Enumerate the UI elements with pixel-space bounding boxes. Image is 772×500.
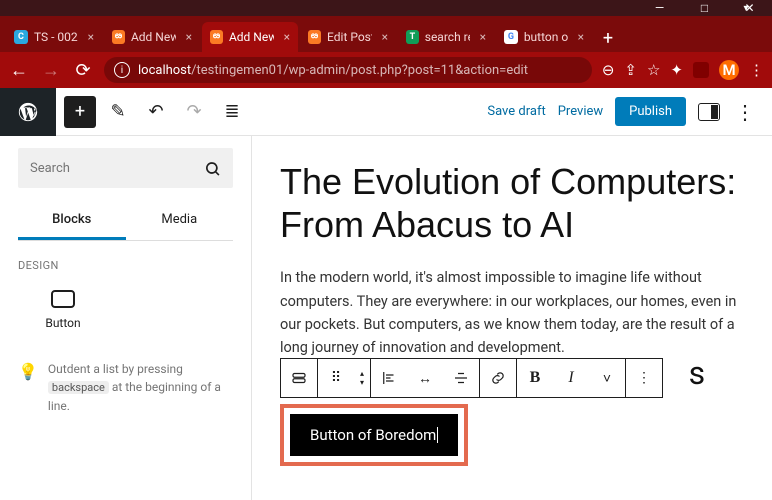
share-icon[interactable]: ⇪ [624, 61, 637, 79]
block-type-button[interactable]: Button [18, 290, 108, 330]
button-block-icon [51, 290, 75, 308]
browser-menu-icon[interactable]: ⋮ [749, 61, 764, 79]
button-block-text[interactable]: Button of Boredom [310, 426, 436, 444]
tab-label: Add New [229, 30, 274, 44]
tab-favicon: T [406, 30, 419, 44]
bold-button[interactable]: B [517, 359, 553, 397]
browser-tab[interactable]: ఴ Edit Post × [300, 22, 396, 52]
search-placeholder: Search [30, 161, 70, 176]
editor-options-button[interactable]: ⋮ [732, 99, 758, 125]
url-text: localhost/testingemen01/wp-admin/post.ph… [138, 63, 528, 78]
settings-panel-button[interactable] [698, 103, 720, 121]
window-minimize-button[interactable]: — [637, 0, 682, 16]
vertical-align-icon[interactable] [443, 359, 479, 397]
browser-tab[interactable]: ఴ Add New × [202, 22, 298, 52]
browser-tab[interactable]: Tsearch re × [398, 22, 494, 52]
tab-favicon: C [14, 30, 28, 44]
button-block-label: Button [18, 316, 108, 330]
editor-canvas[interactable]: The Evolution of Computers: From Abacus … [252, 136, 772, 500]
publish-button[interactable]: Publish [615, 97, 686, 126]
window-titlebar: ▾ — □ ✕ [0, 0, 772, 16]
block-type-icon[interactable] [281, 359, 317, 397]
editor-topbar: + ✎ ↶ ↷ ≣ Save draft Preview Publish ⋮ [0, 88, 772, 136]
inserter-tabs: Blocks Media [18, 202, 233, 241]
tab-label: search re [425, 30, 470, 44]
tab-blocks[interactable]: Blocks [18, 202, 126, 240]
browser-toolbar: ← → ⟳ i localhost/testingemen01/wp-admin… [0, 52, 772, 88]
address-bar[interactable]: i localhost/testingemen01/wp-admin/post.… [104, 57, 592, 83]
drag-handle-icon[interactable]: ⠿ [318, 359, 354, 397]
text-caret [437, 427, 438, 443]
window-maximize-button[interactable]: □ [682, 0, 727, 16]
more-richtext-icon[interactable]: ˅ [589, 359, 625, 397]
tab-close-icon[interactable]: × [84, 30, 94, 44]
tab-label: Edit Post [327, 30, 372, 44]
reload-button[interactable]: ⟳ [72, 59, 94, 81]
edit-tool-icon[interactable]: ✎ [102, 96, 134, 128]
back-button[interactable]: ← [8, 59, 30, 81]
browser-tab[interactable]: Gbutton o × [496, 22, 592, 52]
tab-favicon: ఴ [112, 30, 125, 44]
browser-tab[interactable]: ఴ Add New × [104, 22, 200, 52]
lightbulb-icon: 💡 [18, 360, 38, 415]
undo-button[interactable]: ↶ [140, 96, 172, 128]
tab-close-icon[interactable]: × [476, 30, 486, 44]
forward-button[interactable]: → [40, 59, 62, 81]
tab-favicon: G [504, 30, 518, 44]
section-design-label: DESIGN [18, 259, 233, 272]
ublock-icon[interactable] [693, 62, 709, 78]
site-info-icon[interactable]: i [114, 62, 130, 78]
extensions-icon[interactable]: ✦ [670, 61, 683, 79]
tab-media[interactable]: Media [126, 202, 234, 240]
editor-tip: 💡 Outdent a list by pressing backspace a… [18, 360, 233, 415]
link-icon[interactable] [480, 359, 516, 397]
block-mover[interactable]: ▴▾ [354, 359, 370, 397]
browser-tabstrip: CTS - 002×ఴAdd New×ఴAdd New×ఴEdit Post×T… [0, 16, 772, 52]
preview-button[interactable]: Preview [558, 104, 603, 119]
block-options-button[interactable]: ⋮ [626, 359, 662, 397]
tab-favicon: ఴ [308, 30, 321, 44]
block-inserter-button[interactable]: + [64, 96, 96, 128]
italic-button[interactable]: I [553, 359, 589, 397]
tab-close-icon[interactable]: × [280, 30, 290, 44]
selected-block-outline: Button of Boredom [280, 404, 468, 466]
bookmark-icon[interactable]: ☆ [647, 61, 660, 79]
justify-left-icon[interactable] [371, 359, 407, 397]
tab-favicon: ఴ [210, 30, 223, 44]
align-icon[interactable]: ↔ [407, 359, 443, 397]
profile-avatar[interactable]: M [719, 60, 739, 80]
save-draft-button[interactable]: Save draft [487, 104, 545, 119]
redo-button[interactable]: ↷ [178, 96, 210, 128]
browser-tab[interactable]: C TS - 002 × [6, 22, 102, 52]
tab-label: button o [524, 30, 568, 44]
search-icon [201, 158, 221, 178]
tab-close-icon[interactable]: × [574, 30, 584, 44]
tab-label: Add New [131, 30, 176, 44]
button-block[interactable]: Button of Boredom [290, 414, 458, 456]
block-toolbar: ⠿ ▴▾ ↔ B I ˅ ⋮ [280, 358, 663, 398]
zoom-icon[interactable]: ⊖ [602, 61, 615, 79]
inserter-sidebar: Search Blocks Media DESIGN Button 💡 Outd… [0, 136, 252, 500]
tab-close-icon[interactable]: × [182, 30, 192, 44]
tab-label: TS - 002 [34, 30, 78, 44]
new-tab-button[interactable]: + [594, 24, 622, 52]
block-search-input[interactable]: Search [18, 148, 233, 188]
tab-close-icon[interactable]: × [378, 30, 388, 44]
wordpress-logo[interactable] [0, 88, 56, 136]
post-paragraph[interactable]: In the modern world, it's almost impossi… [280, 266, 744, 359]
window-close-button[interactable]: ✕ [727, 0, 772, 16]
post-title[interactable]: The Evolution of Computers: From Abacus … [280, 160, 744, 246]
document-overview-button[interactable]: ≣ [216, 96, 248, 128]
